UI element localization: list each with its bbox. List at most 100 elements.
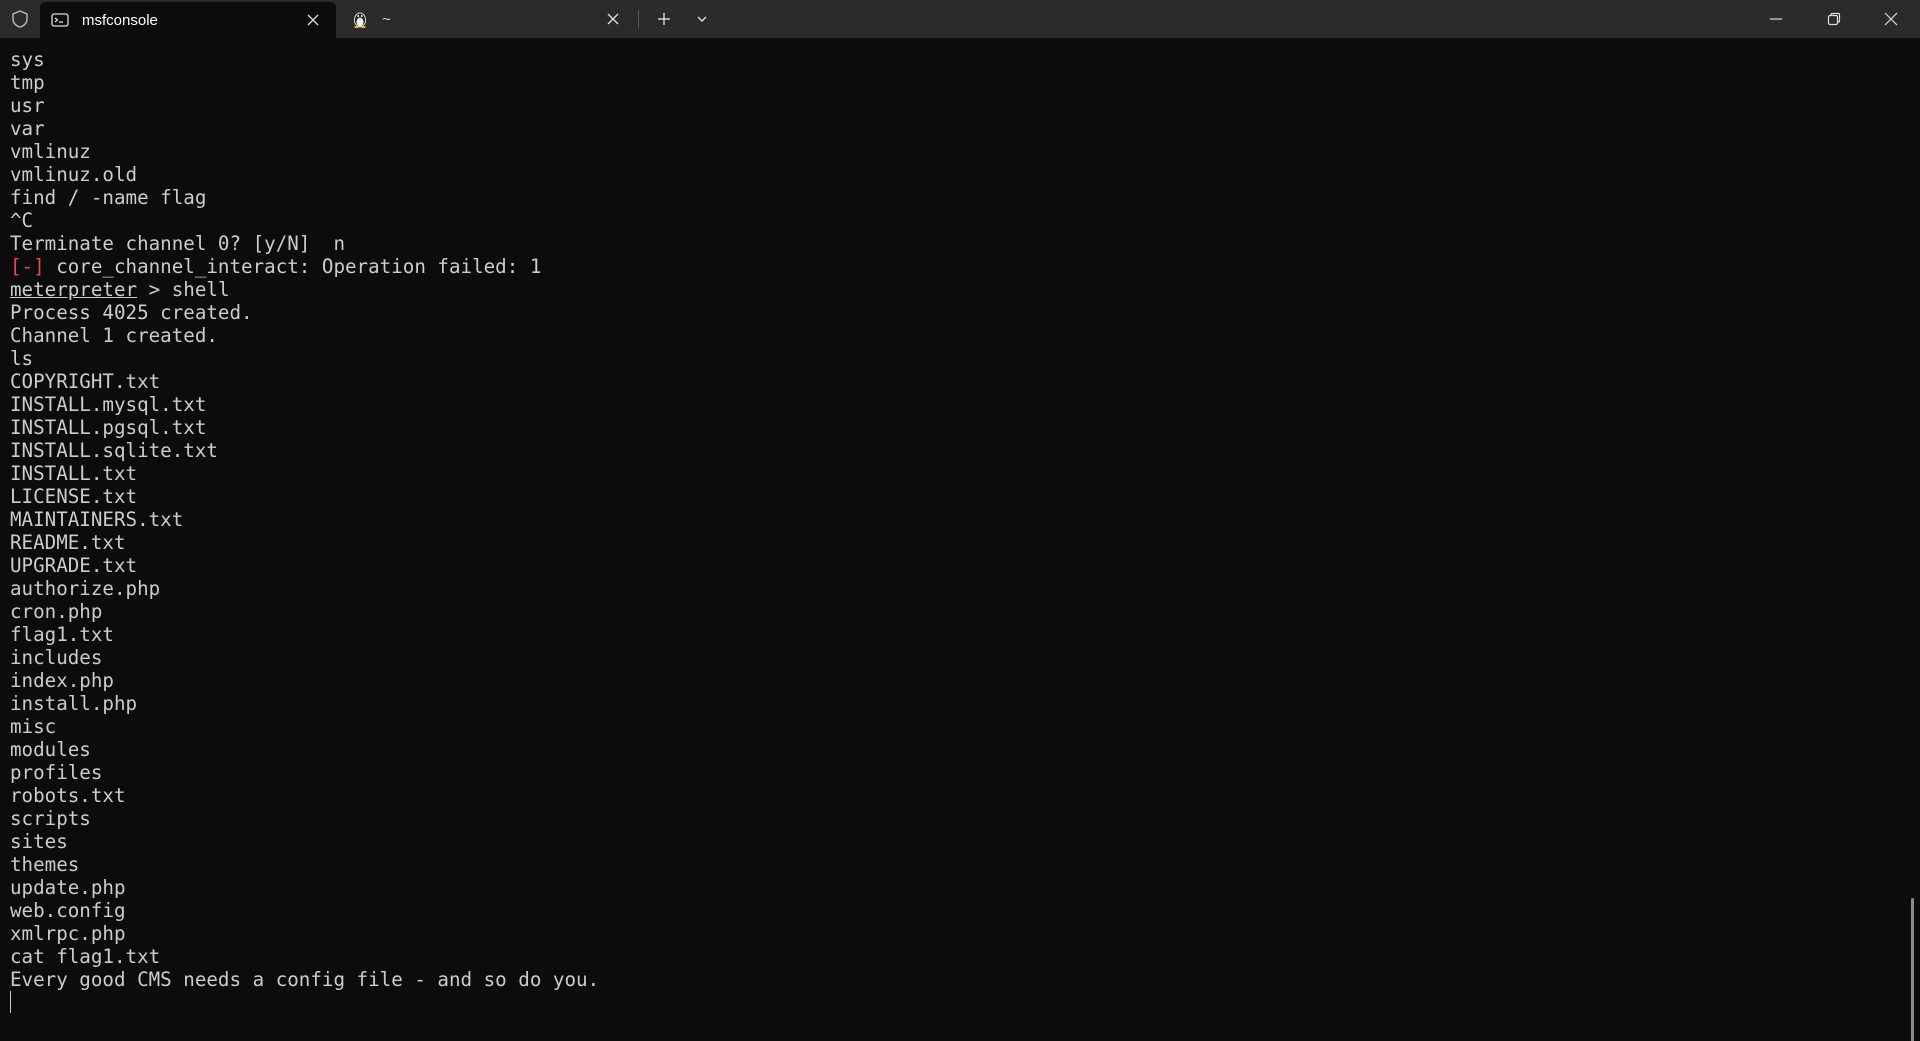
- tab-home[interactable]: ~: [340, 0, 636, 38]
- line-text: var: [10, 117, 45, 140]
- terminal-line: MAINTAINERS.txt: [10, 508, 599, 531]
- close-tab-icon[interactable]: [606, 12, 620, 26]
- line-text: install.php: [10, 692, 138, 715]
- line-text: tmp: [10, 71, 45, 94]
- terminal-line: misc: [10, 715, 599, 738]
- line-text: scripts: [10, 807, 91, 830]
- terminal-line: Process 4025 created.: [10, 301, 599, 324]
- terminal-line: UPGRADE.txt: [10, 554, 599, 577]
- terminal-line: find / -name flag: [10, 186, 599, 209]
- line-text: cron.php: [10, 600, 103, 623]
- terminal-line: var: [10, 117, 599, 140]
- title-bar: msfconsole ~: [0, 0, 1920, 38]
- terminal-line: INSTALL.sqlite.txt: [10, 439, 599, 462]
- terminal-line: INSTALL.pgsql.txt: [10, 416, 599, 439]
- terminal-line: LICENSE.txt: [10, 485, 599, 508]
- close-tab-icon[interactable]: [306, 13, 320, 27]
- terminal-line: scripts: [10, 807, 599, 830]
- terminal-line: authorize.php: [10, 577, 599, 600]
- line-text: INSTALL.sqlite.txt: [10, 439, 218, 462]
- terminal-line: INSTALL.txt: [10, 462, 599, 485]
- line-text: sites: [10, 830, 68, 853]
- line-text: modules: [10, 738, 91, 761]
- line-text: Process 4025 created.: [10, 301, 253, 324]
- terminal-line: meterpreter > shell: [10, 278, 599, 301]
- line-text: index.php: [10, 669, 114, 692]
- tab-label: ~: [382, 10, 391, 28]
- terminal-line: modules: [10, 738, 599, 761]
- line-text: xmlrpc.php: [10, 922, 126, 945]
- plus-icon[interactable]: [652, 8, 676, 30]
- terminal-line: COPYRIGHT.txt: [10, 370, 599, 393]
- terminal-line: [-] core_channel_interact: Operation fai…: [10, 255, 599, 278]
- error-prefix: [-]: [10, 255, 45, 278]
- line-text: cat flag1.txt: [10, 945, 161, 968]
- input-line[interactable]: [10, 991, 599, 1014]
- shield-icon: [12, 10, 28, 28]
- line-text: authorize.php: [10, 577, 161, 600]
- line-text: themes: [10, 853, 80, 876]
- terminal-line: themes: [10, 853, 599, 876]
- terminal-line: ^C: [10, 209, 599, 232]
- line-text: profiles: [10, 761, 103, 784]
- line-text: README.txt: [10, 531, 126, 554]
- terminal-line: includes: [10, 646, 599, 669]
- line-text: web.config: [10, 899, 126, 922]
- terminal-output[interactable]: sys tmp usr var vmlinuz vmlinuz.old find / -na…: [0, 38, 1920, 1041]
- line-text: vmlinuz.old: [10, 163, 138, 186]
- line-text: update.php: [10, 876, 126, 899]
- tab-separator: [638, 10, 639, 28]
- line-text: ^C: [10, 209, 34, 232]
- line-text: INSTALL.pgsql.txt: [10, 416, 207, 439]
- terminal-icon: [51, 13, 69, 27]
- scrollbar[interactable]: [1911, 898, 1914, 1041]
- terminal-line: sys: [10, 48, 599, 71]
- line-text: find / -name flag: [10, 186, 207, 209]
- line-text: Every good CMS needs a config file - and…: [10, 968, 600, 991]
- text-cursor: [10, 991, 11, 1013]
- line-text: Channel 1 created.: [10, 324, 218, 347]
- line-text: flag1.txt: [10, 623, 114, 646]
- line-text: INSTALL.txt: [10, 462, 138, 485]
- meterpreter-prompt: meterpreter: [10, 278, 138, 301]
- line-text: MAINTAINERS.txt: [10, 508, 184, 531]
- terminal-line: Every good CMS needs a config file - and…: [10, 968, 599, 991]
- terminal-line: robots.txt: [10, 784, 599, 807]
- minimize-button[interactable]: [1747, 0, 1805, 38]
- terminal-line: sites: [10, 830, 599, 853]
- line-text: INSTALL.mysql.txt: [10, 393, 207, 416]
- line-text: robots.txt: [10, 784, 126, 807]
- line-text: usr: [10, 94, 45, 117]
- terminal-line: flag1.txt: [10, 623, 599, 646]
- line-text: Terminate channel 0? [y/N] n: [10, 232, 346, 255]
- terminal-line: profiles: [10, 761, 599, 784]
- tab-msfconsole[interactable]: msfconsole: [40, 2, 336, 38]
- terminal-line: usr: [10, 94, 599, 117]
- terminal-line: README.txt: [10, 531, 599, 554]
- restore-icon: [1827, 12, 1841, 26]
- linux-penguin-icon: [354, 12, 366, 28]
- line-text: ls: [10, 347, 34, 370]
- close-window-button[interactable]: [1862, 0, 1920, 38]
- terminal-line: INSTALL.mysql.txt: [10, 393, 599, 416]
- chevron-down-icon[interactable]: [690, 8, 714, 30]
- line-text: misc: [10, 715, 57, 738]
- tab-label: msfconsole: [82, 11, 158, 29]
- terminal-line: Terminate channel 0? [y/N] n: [10, 232, 599, 255]
- line-text: includes: [10, 646, 103, 669]
- close-icon: [1884, 12, 1898, 26]
- terminal-line: ls: [10, 347, 599, 370]
- line-text: LICENSE.txt: [10, 485, 138, 508]
- line-text: vmlinuz: [10, 140, 91, 163]
- terminal-line: cron.php: [10, 600, 599, 623]
- terminal-line: install.php: [10, 692, 599, 715]
- terminal-line: vmlinuz.old: [10, 163, 599, 186]
- line-text: > shell: [137, 278, 230, 301]
- line-text: sys: [10, 48, 45, 71]
- terminal-line: index.php: [10, 669, 599, 692]
- terminal-line: update.php: [10, 876, 599, 899]
- restore-button[interactable]: [1805, 0, 1863, 38]
- line-text: COPYRIGHT.txt: [10, 370, 161, 393]
- line-text: core_channel_interact: Operation failed:…: [44, 255, 542, 278]
- terminal-line: vmlinuz: [10, 140, 599, 163]
